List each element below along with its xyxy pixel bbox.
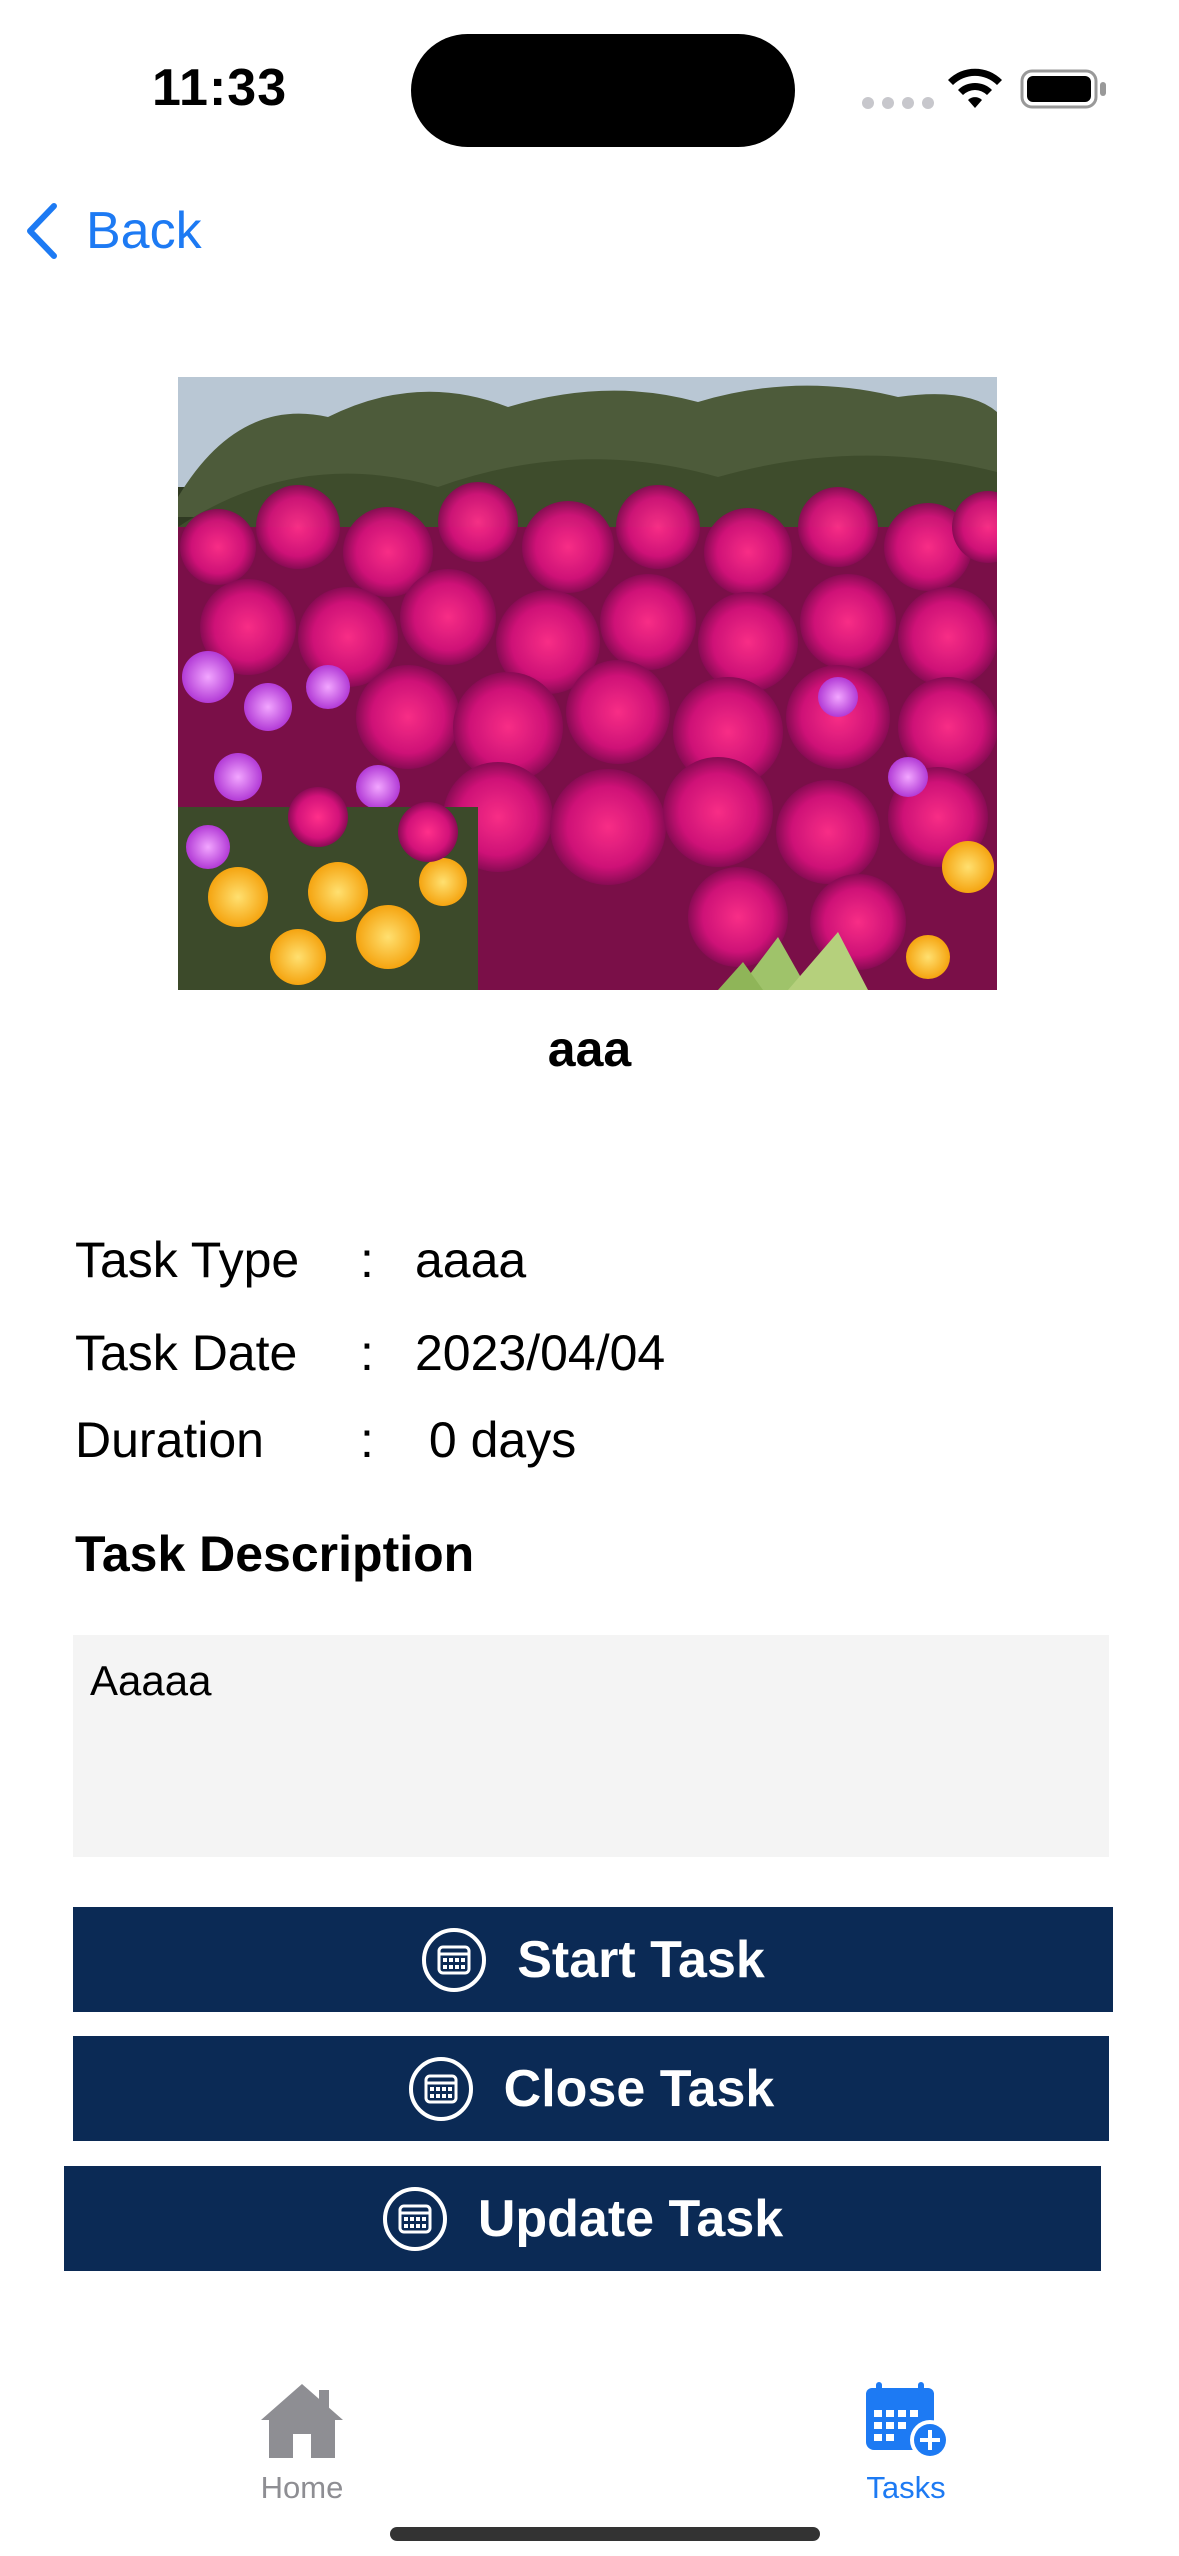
task-title: aaa bbox=[547, 1021, 632, 1077]
battery-icon bbox=[1020, 69, 1106, 109]
tab-tasks[interactable]: Tasks bbox=[806, 2380, 1006, 2506]
task-date-separator: : bbox=[360, 1325, 374, 1381]
update-task-button[interactable]: Update Task bbox=[64, 2166, 1101, 2271]
update-task-label: Update Task bbox=[477, 2189, 784, 2248]
calendar-circle-icon bbox=[382, 2186, 447, 2251]
task-type-separator: : bbox=[360, 1232, 374, 1288]
tab-tasks-label: Tasks bbox=[866, 2470, 946, 2505]
task-date-label: Task Date bbox=[75, 1325, 298, 1381]
dynamic-island bbox=[411, 34, 795, 147]
close-task-label: Close Task bbox=[503, 2059, 775, 2118]
tab-home-label: Home bbox=[260, 2470, 344, 2505]
calendar-circle-icon bbox=[408, 2056, 473, 2121]
wifi-icon bbox=[948, 68, 1002, 108]
start-task-label: Start Task bbox=[517, 1930, 765, 1989]
cellular-signal-icon bbox=[862, 97, 934, 109]
status-time: 11:33 bbox=[152, 59, 288, 117]
calendar-circle-icon bbox=[422, 1927, 487, 1992]
task-date-value: 2023/04/04 bbox=[415, 1325, 666, 1381]
task-image bbox=[178, 377, 997, 990]
tab-home[interactable]: Home bbox=[202, 2380, 402, 2506]
house-icon bbox=[261, 2384, 343, 2458]
home-indicator[interactable] bbox=[390, 2527, 820, 2541]
task-description-text: Aaaaa bbox=[73, 1635, 1109, 1857]
back-label: Back bbox=[86, 202, 202, 260]
calendar-plus-icon bbox=[866, 2382, 950, 2460]
start-task-button[interactable]: Start Task bbox=[73, 1907, 1113, 2012]
close-task-button[interactable]: Close Task bbox=[73, 2036, 1109, 2141]
duration-label: Duration bbox=[75, 1412, 264, 1468]
task-type-value: aaaa bbox=[415, 1232, 527, 1288]
duration-value: 0 days bbox=[415, 1412, 577, 1468]
duration-separator: : bbox=[360, 1412, 374, 1468]
chevron-left-icon bbox=[27, 203, 57, 259]
task-description-heading: Task Description bbox=[75, 1526, 475, 1582]
back-button[interactable]: Back bbox=[24, 196, 202, 266]
task-type-label: Task Type bbox=[75, 1232, 300, 1288]
